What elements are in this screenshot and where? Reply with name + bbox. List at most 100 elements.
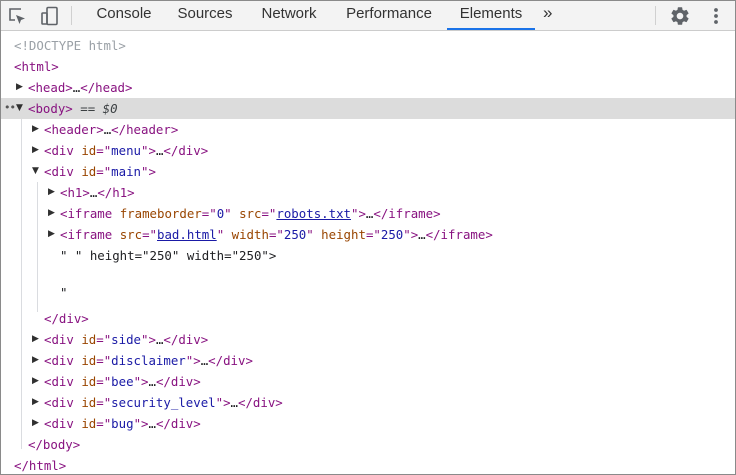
dom-node-div-security-level[interactable]: ▶ <div id="security_level">…</div> <box>1 392 735 413</box>
dom-node-header[interactable]: ▶ <header>…</header> <box>1 119 735 140</box>
attribute-value: disclaimer <box>111 353 186 368</box>
doctype-text: <!DOCTYPE html> <box>14 38 126 53</box>
close-tag: </div> <box>163 143 209 158</box>
head-close-tag: </head> <box>80 80 133 95</box>
attribute-name: frameborder <box>119 206 202 221</box>
attribute-name: width <box>231 227 269 242</box>
tab-elements[interactable]: Elements <box>447 1 535 30</box>
dom-node-html[interactable]: <html> <box>1 56 735 77</box>
tag-name: div <box>51 353 74 368</box>
devtools-toolbar: Console Sources Network Performance Elem… <box>1 1 735 31</box>
close-tag: </div> <box>238 395 283 410</box>
close-tag: </div> <box>208 353 253 368</box>
device-toolbar-icon[interactable] <box>38 4 62 28</box>
dom-node-div-bug[interactable]: ▶ <div id="bug">…</div> <box>1 413 735 434</box>
tab-performance[interactable]: Performance <box>335 1 443 28</box>
src-link[interactable]: robots.txt <box>276 206 351 221</box>
dom-node-div-bee[interactable]: ▶ <div id="bee">…</div> <box>1 371 735 392</box>
attribute-value: 250 <box>380 227 404 242</box>
dom-text-node[interactable]: " " height="250" width="250"> <box>1 245 735 266</box>
expand-arrow-icon[interactable]: ▶ <box>32 371 42 392</box>
tag-name: div <box>51 395 74 410</box>
collapse-arrow-icon[interactable]: ▼ <box>16 98 26 119</box>
dom-node-iframe-bad[interactable]: ▶ <iframe src="bad.html" width="250" hei… <box>1 224 735 245</box>
expand-arrow-icon[interactable]: ▶ <box>32 350 42 371</box>
dom-node-div-side[interactable]: ▶ <div id="side">…</div> <box>1 329 735 350</box>
head-open-tag: <head> <box>28 80 73 95</box>
attribute-name: id <box>81 143 97 158</box>
expand-arrow-icon[interactable]: ▶ <box>16 77 26 98</box>
dom-text-node-end[interactable]: " <box>1 282 735 303</box>
h1-open-tag: <h1> <box>60 185 90 200</box>
expand-arrow-icon[interactable]: ▶ <box>32 413 42 434</box>
dom-node-div-main[interactable]: ▼ <div id="main"> <box>1 161 735 182</box>
close-tag: </iframe> <box>373 206 441 221</box>
tag-name: iframe <box>67 206 113 221</box>
dom-node-body-selected[interactable]: •• ▼ <body> == $0 <box>1 98 735 119</box>
toolbar-separator <box>71 6 72 25</box>
attribute-value: bug <box>111 416 134 431</box>
tag-name: div <box>51 374 74 389</box>
attribute-name: id <box>81 374 97 389</box>
h1-close-tag: </h1> <box>97 185 135 200</box>
attribute-name: src <box>239 206 262 221</box>
gear-icon[interactable] <box>668 4 692 28</box>
collapsed-ellipsis: … <box>418 227 426 242</box>
inspect-element-icon[interactable] <box>5 4 29 28</box>
tag-name: div <box>51 332 74 347</box>
attribute-name: id <box>81 353 97 368</box>
more-actions-dots[interactable]: •• <box>4 97 16 118</box>
tag-name: div <box>51 164 74 179</box>
dom-node-div-main-close[interactable]: </div> <box>1 308 735 329</box>
attribute-name: height <box>321 227 366 242</box>
tag-name: div <box>51 143 74 158</box>
close-tag: </iframe> <box>425 227 493 242</box>
devtools-window: Console Sources Network Performance Elem… <box>0 0 736 475</box>
expand-arrow-icon[interactable]: ▶ <box>32 329 42 350</box>
dom-node-iframe-robots[interactable]: ▶ <iframe frameborder="0" src="robots.tx… <box>1 203 735 224</box>
attribute-name: id <box>81 164 97 179</box>
tab-console[interactable]: Console <box>85 1 163 28</box>
dom-node-html-close[interactable]: </html> <box>1 455 735 474</box>
collapse-arrow-icon[interactable]: ▼ <box>32 161 42 182</box>
text-node-content: " " height="250" width="250"> <box>60 248 277 263</box>
html-open-tag: <html> <box>14 59 59 74</box>
dom-node-head[interactable]: ▶ <head>…</head> <box>1 77 735 98</box>
expand-arrow-icon[interactable]: ▶ <box>48 182 58 203</box>
attribute-name: id <box>81 332 97 347</box>
toolbar-separator <box>655 6 656 25</box>
dom-node-div-menu[interactable]: ▶ <div id="menu">…</div> <box>1 140 735 161</box>
attribute-value: menu <box>111 143 142 158</box>
text-node-quote: " <box>60 285 68 300</box>
body-close-tag: </body> <box>28 437 81 452</box>
dom-node-div-disclaimer[interactable]: ▶ <div id="disclaimer">…</div> <box>1 350 735 371</box>
html-close-tag: </html> <box>14 458 67 473</box>
dom-node-doctype[interactable]: <!DOCTYPE html> <box>1 35 735 56</box>
expand-arrow-icon[interactable]: ▶ <box>32 392 42 413</box>
header-open-tag: <header> <box>44 122 104 137</box>
attribute-value: main <box>111 164 142 179</box>
attribute-value: side <box>111 332 142 347</box>
collapsed-ellipsis: … <box>230 395 238 410</box>
expand-arrow-icon[interactable]: ▶ <box>32 140 42 161</box>
dom-node-body-close[interactable]: </body> <box>1 434 735 455</box>
body-open-tag: <body> <box>28 101 73 116</box>
dom-node-h1[interactable]: ▶ <h1>…</h1> <box>1 182 735 203</box>
tab-sources[interactable]: Sources <box>167 1 243 28</box>
src-link[interactable]: bad.html <box>157 227 217 242</box>
attribute-value: 250 <box>283 227 307 242</box>
close-tag: </div> <box>155 416 201 431</box>
attribute-name: id <box>81 416 97 431</box>
kebab-menu-icon[interactable] <box>704 4 728 28</box>
expand-arrow-icon[interactable]: ▶ <box>48 203 58 224</box>
expand-arrow-icon[interactable]: ▶ <box>32 119 42 140</box>
expand-arrow-icon[interactable]: ▶ <box>48 224 58 245</box>
tag-name: div <box>51 416 74 431</box>
more-tabs-button[interactable]: » <box>543 1 552 28</box>
dom-tree: <!DOCTYPE html> <html> ▶ <head>…</head> … <box>1 31 735 474</box>
tab-network[interactable]: Network <box>247 1 331 28</box>
attribute-value: bee <box>111 374 134 389</box>
close-tag: </div> <box>155 374 201 389</box>
collapsed-ellipsis: … <box>148 416 156 431</box>
header-close-tag: </header> <box>111 122 179 137</box>
